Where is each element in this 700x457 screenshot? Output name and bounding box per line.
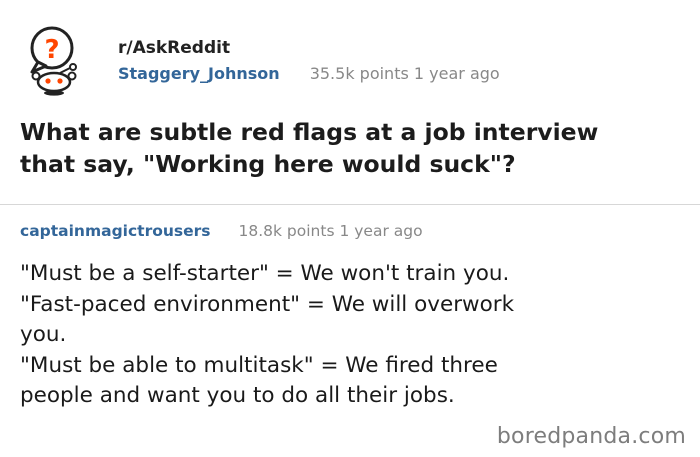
comment-line: "Fast-paced environment" = We will overw… bbox=[20, 291, 515, 317]
comment-line: you. bbox=[20, 322, 67, 347]
comment-author[interactable]: captainmagictrousers bbox=[20, 222, 211, 240]
comment-line: "Must be able to multitask" = We fired t… bbox=[20, 352, 498, 378]
post-title-line: What are subtle red flags at a job inter… bbox=[20, 118, 599, 146]
subreddit-name[interactable]: r/AskReddit bbox=[118, 38, 500, 58]
post-byline: Staggery_Johnson 35.5k points 1 year ago bbox=[118, 64, 500, 84]
comment-points: 18.8k points 1 year ago bbox=[238, 222, 423, 240]
comment: captainmagictrousers 18.8k points 1 year … bbox=[0, 205, 700, 457]
post-author[interactable]: Staggery_Johnson bbox=[118, 64, 280, 83]
comment-body: "Must be a self-starter" = We won't trai… bbox=[20, 259, 680, 412]
svg-text:?: ? bbox=[44, 35, 59, 65]
comment-line: people and want you to do all their jobs… bbox=[20, 383, 455, 408]
comment-line: "Must be a self-starter" = We won't trai… bbox=[20, 261, 510, 286]
comment-meta: captainmagictrousers 18.8k points 1 year … bbox=[20, 221, 423, 241]
post-meta: r/AskReddit Staggery_Johnson 35.5k points… bbox=[118, 38, 500, 84]
post-title[interactable]: What are subtle red flags at a job inter… bbox=[20, 116, 690, 180]
watermark: boredpanda.com bbox=[496, 424, 686, 449]
post-title-line: that say, "Working here would suck"? bbox=[20, 150, 516, 178]
post-header: ? r/AskReddit Staggery_Johnson 35.5k poin… bbox=[0, 0, 700, 204]
post-points: 35.5k points 1 year ago bbox=[309, 64, 500, 83]
askreddit-mascot-icon: ? bbox=[30, 26, 77, 96]
